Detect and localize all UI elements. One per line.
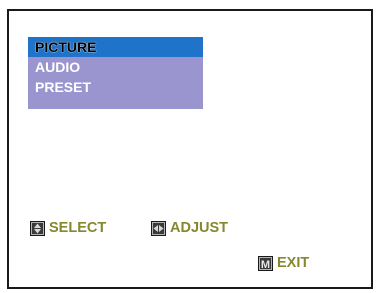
menu-item-preset[interactable]: PRESET — [28, 77, 203, 97]
adjust-hint-label: ADJUST — [170, 220, 229, 236]
select-hint: SELECT — [30, 220, 106, 236]
menu-item-audio[interactable]: AUDIO — [28, 57, 203, 77]
left-right-arrow-key-icon — [151, 220, 166, 236]
menu-item-picture[interactable]: PICTURE — [28, 37, 203, 57]
exit-hint-label: EXIT — [277, 255, 310, 271]
menu-key-icon: M — [258, 255, 273, 271]
osd-menu: PICTURE AUDIO PRESET — [28, 37, 203, 109]
adjust-hint: ADJUST — [151, 220, 228, 236]
osd-screen-frame: PICTURE AUDIO PRESET SELECT ADJUST M EXI… — [7, 9, 373, 289]
up-down-arrow-key-icon — [30, 220, 45, 236]
select-hint-label: SELECT — [49, 220, 107, 236]
menu-key-glyph: M — [261, 258, 270, 270]
exit-hint: M EXIT — [258, 255, 309, 271]
